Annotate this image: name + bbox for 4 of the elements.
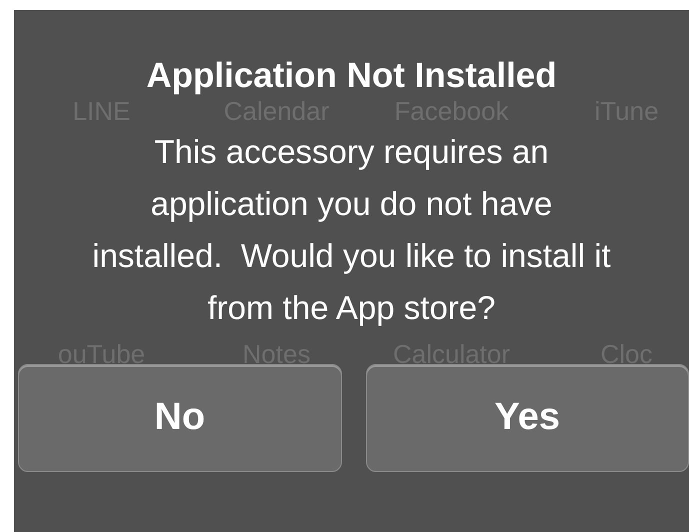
alert-button[interactable]: Yes <box>366 364 689 472</box>
alert-title: Application Not Installed <box>146 55 557 97</box>
alert-message: This accessory requires an application you do not have installed. Would you like to install it from the App store? <box>91 132 612 328</box>
alert-button[interactable]: No <box>18 364 342 472</box>
